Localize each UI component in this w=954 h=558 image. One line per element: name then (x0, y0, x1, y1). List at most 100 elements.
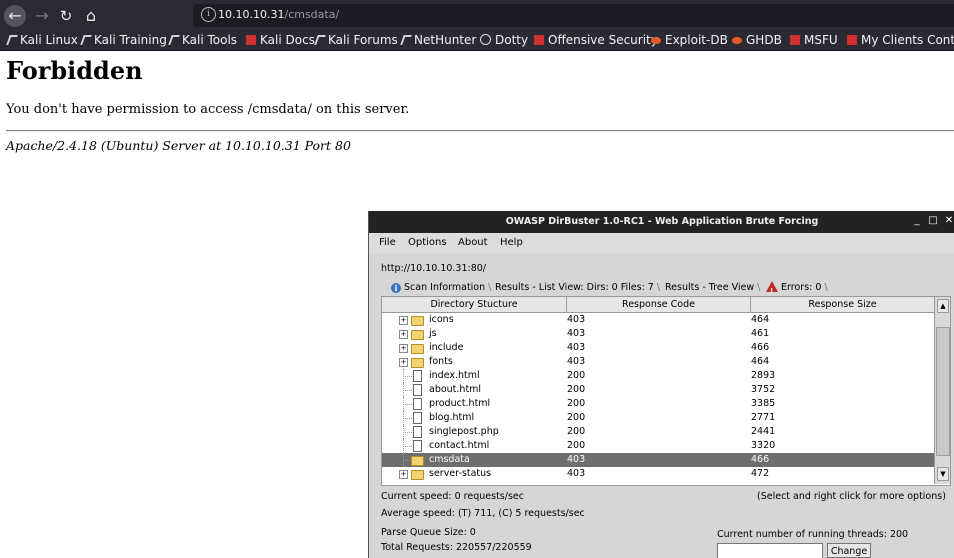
bookmark-ghdb[interactable]: GHDB (732, 33, 782, 48)
server-address: Apache/2.4.18 (Ubuntu) Server at 10.10.1… (6, 138, 351, 153)
menu-bar: File Options About Help (369, 233, 954, 253)
tree-row[interactable]: about.html 200 3752 (382, 383, 934, 397)
divider (6, 130, 954, 132)
url-path: /cmsdata/ (284, 8, 340, 21)
kali-dragon-icon (314, 35, 326, 45)
results-tabs: i Scan Information \ Results - List View… (383, 280, 954, 296)
window-title: OWASP DirBuster 1.0-RC1 - Web Applicatio… (505, 216, 819, 227)
tree-row[interactable]: + icons 403 464 (382, 313, 934, 327)
target-url: http://10.10.10.31:80/ (381, 263, 487, 274)
scroll-up-arrow-icon[interactable]: ▲ (937, 299, 949, 313)
bookmark-offensive-security[interactable]: Offensive Security (534, 33, 658, 48)
average-speed: Average speed: (T) 711, (C) 5 requests/s… (381, 508, 585, 519)
msfu-icon (790, 35, 800, 45)
exploit-db-icon (651, 37, 661, 44)
expand-icon[interactable]: + (399, 344, 408, 353)
bookmark-kali-docs[interactable]: Kali Docs (246, 33, 315, 48)
globe-icon (480, 34, 491, 45)
close-icon[interactable]: ✕ (944, 215, 954, 227)
bookmark-kali-training[interactable]: Kali Training (80, 33, 167, 48)
file-icon (413, 426, 422, 438)
bookmark-kali-tools[interactable]: Kali Tools (168, 33, 237, 48)
home-icon[interactable]: ⌂ (80, 5, 102, 27)
change-button[interactable]: Change (827, 543, 871, 558)
expand-icon[interactable]: + (399, 470, 408, 479)
tree-row[interactable]: + js 403 461 (382, 327, 934, 341)
tab-list-view[interactable]: Results - List View: Dirs: 0 Files: 7 \ (495, 280, 660, 296)
kali-dragon-icon (6, 35, 18, 45)
file-icon (413, 384, 422, 396)
browser-toolbar: ← → ↻ ⌂ i 10.10.10.31/cmsdata/ (0, 0, 954, 31)
folder-icon (411, 358, 424, 368)
tree-row[interactable]: index.html 200 2893 (382, 369, 934, 383)
bookmark-nethunter[interactable]: NetHunter (400, 33, 476, 48)
threads-input[interactable] (717, 543, 823, 558)
table-header: Directory Stucture Response Code Respons… (382, 297, 935, 313)
tree-row[interactable]: + include 403 466 (382, 341, 934, 355)
open-folder-icon (411, 456, 424, 466)
tree-body: + icons 403 464 + js 403 461 + include 403 466… (382, 313, 934, 484)
folder-icon (411, 470, 424, 480)
bookmarks-bar: Kali Linux Kali Training Kali Tools Kali… (0, 31, 954, 51)
url-host: 10.10.10.31 (218, 8, 285, 21)
scroll-down-arrow-icon[interactable]: ▼ (937, 467, 949, 481)
warning-icon: ! (766, 281, 778, 295)
forbidden-message: You don't have permission to access /cms… (6, 102, 410, 117)
total-requests: Total Requests: 220557/220559 (381, 542, 532, 553)
offsec-icon (534, 35, 544, 45)
tab-scan-information[interactable]: i Scan Information \ (391, 280, 491, 296)
folder-icon (411, 344, 424, 354)
expand-icon[interactable]: + (399, 316, 408, 325)
page-title: Forbidden (6, 56, 143, 85)
minimize-icon[interactable]: _ (912, 215, 922, 227)
folder-icon (411, 330, 424, 340)
tree-row[interactable]: + fonts 403 464 (382, 355, 934, 369)
kali-dragon-icon (80, 35, 92, 45)
bookmark-dotty[interactable]: Dotty (480, 33, 528, 48)
file-icon (413, 412, 422, 424)
tree-row[interactable]: blog.html 200 2771 (382, 411, 934, 425)
column-response-size[interactable]: Response Size (751, 297, 935, 312)
scrollbar-thumb[interactable] (936, 327, 950, 456)
results-tree-panel: Directory Stucture Response Code Respons… (381, 296, 951, 486)
bookmark-exploit-db[interactable]: Exploit-DB (651, 33, 728, 48)
menu-file[interactable]: File (379, 237, 396, 248)
offsec-icon (847, 35, 857, 45)
tree-row[interactable]: product.html 200 3385 (382, 397, 934, 411)
dirbuster-window: OWASP DirBuster 1.0-RC1 - Web Applicatio… (368, 211, 954, 558)
tree-row[interactable]: + server-status 403 472 (382, 467, 934, 481)
menu-options[interactable]: Options (408, 237, 447, 248)
bookmark-kali-linux[interactable]: Kali Linux (6, 33, 78, 48)
vertical-scrollbar[interactable]: ▲ ▼ (934, 297, 950, 484)
reload-icon[interactable]: ↻ (55, 5, 77, 27)
bookmark-kali-forums[interactable]: Kali Forums (314, 33, 398, 48)
window-titlebar[interactable]: OWASP DirBuster 1.0-RC1 - Web Applicatio… (369, 211, 954, 233)
tree-row[interactable]: contact.html 200 3320 (382, 439, 934, 453)
back-arrow-icon[interactable]: ← (4, 5, 26, 27)
forward-arrow-icon[interactable]: → (31, 5, 53, 27)
current-speed: Current speed: 0 requests/sec (381, 491, 524, 502)
kali-dragon-icon (168, 35, 180, 45)
expand-icon[interactable]: + (399, 330, 408, 339)
site-info-icon[interactable]: i (201, 7, 216, 22)
expand-icon[interactable]: + (399, 358, 408, 367)
url-text[interactable]: 10.10.10.31/cmsdata/ (218, 8, 339, 21)
info-icon: i (391, 283, 401, 293)
column-response-code[interactable]: Response Code (567, 297, 751, 312)
folder-icon (411, 316, 424, 326)
nethunter-icon (400, 35, 412, 45)
maximize-icon[interactable]: □ (928, 215, 938, 227)
file-icon (413, 370, 422, 382)
ghdb-icon (732, 37, 742, 44)
bookmark-msfu[interactable]: MSFU (790, 33, 838, 48)
menu-help[interactable]: Help (500, 237, 523, 248)
kali-docs-icon (246, 35, 256, 45)
tab-tree-view[interactable]: Results - Tree View \ (665, 280, 760, 296)
tree-row-selected[interactable]: cmsdata 403 466 (382, 453, 934, 467)
menu-about[interactable]: About (458, 237, 488, 248)
url-bar[interactable]: i 10.10.10.31/cmsdata/ (193, 4, 954, 27)
bookmark-my-clients-control[interactable]: My Clients Control (847, 33, 954, 48)
column-directory-structure[interactable]: Directory Stucture (382, 297, 567, 312)
tab-errors[interactable]: ! Errors: 0 \ (766, 280, 828, 296)
tree-row[interactable]: singlepost.php 200 2441 (382, 425, 934, 439)
